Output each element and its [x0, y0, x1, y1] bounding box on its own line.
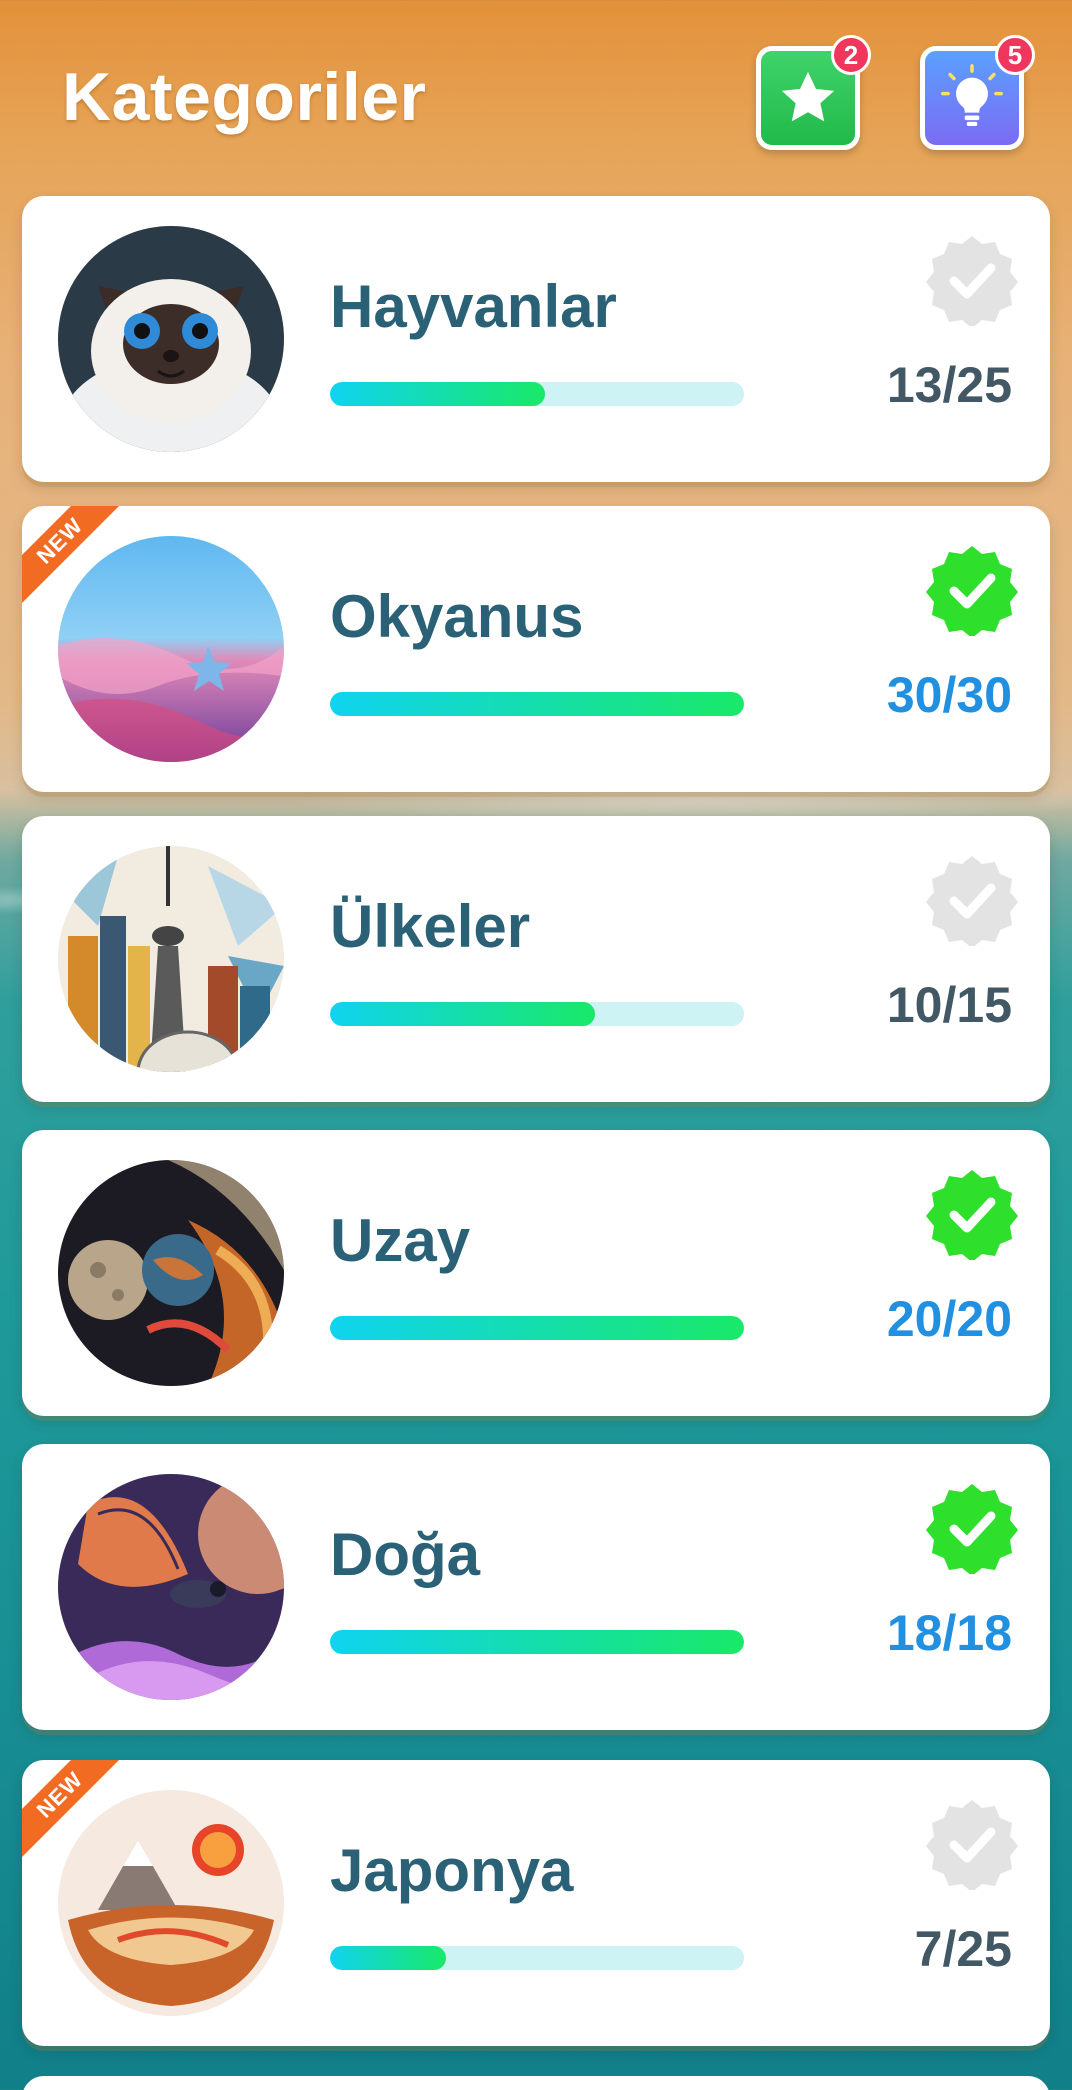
hints-button[interactable]: 5	[920, 35, 1035, 150]
progress-fill	[330, 692, 744, 716]
progress-bar	[330, 1630, 744, 1654]
category-thumbnail-butterfly	[58, 1474, 284, 1700]
category-thumbnail-cat	[58, 226, 284, 452]
check-badge-icon	[926, 546, 1018, 636]
star-icon	[781, 71, 835, 122]
progress-count: 18/18	[886, 1605, 1012, 1661]
category-card-partial[interactable]	[22, 2076, 1050, 2090]
check-badge-icon	[926, 1170, 1018, 1260]
progress-count: 10/15	[886, 977, 1012, 1033]
category-title: Okyanus	[330, 583, 584, 650]
progress-count: 30/30	[886, 667, 1012, 723]
progress-bar	[330, 692, 744, 716]
hints-count-badge: 5	[995, 35, 1035, 75]
category-card-okyanus[interactable]: NEW Okyanus 30/30	[22, 506, 1050, 792]
category-thumbnail-space	[58, 1160, 284, 1386]
progress-bar	[330, 1316, 744, 1340]
check-badge-icon	[926, 1800, 1018, 1890]
progress-count: 7/25	[914, 1921, 1012, 1977]
lightbulb-icon	[941, 64, 1003, 126]
progress-bar	[330, 382, 744, 406]
category-card-hayvanlar[interactable]: Hayvanlar 13/25	[22, 196, 1050, 482]
category-card-japonya[interactable]: NEW Japonya 7/25	[22, 1760, 1050, 2046]
check-badge-icon	[926, 1484, 1018, 1574]
category-title: Ülkeler	[330, 893, 531, 960]
category-title: Japonya	[330, 1837, 574, 1904]
progress-fill	[330, 1946, 446, 1970]
category-thumbnail-ocean	[58, 536, 284, 762]
category-card-doga[interactable]: Doğa 18/18	[22, 1444, 1050, 1730]
progress-fill	[330, 1316, 744, 1340]
category-card-ulkeler[interactable]: Ülkeler 10/15	[22, 816, 1050, 1102]
progress-fill	[330, 1630, 744, 1654]
progress-bar	[330, 1002, 744, 1026]
stars-count-badge: 2	[831, 35, 871, 75]
page-title: Kategoriler	[62, 59, 427, 135]
category-title: Hayvanlar	[330, 273, 617, 340]
check-badge-icon	[926, 856, 1018, 946]
progress-fill	[330, 1002, 595, 1026]
category-title: Uzay	[330, 1207, 471, 1274]
progress-fill	[330, 382, 546, 406]
category-thumbnail-city	[58, 846, 284, 1072]
stars-button[interactable]: 2	[756, 35, 871, 150]
progress-count: 13/25	[886, 357, 1012, 413]
progress-count: 20/20	[886, 1291, 1012, 1347]
category-title: Doğa	[330, 1521, 480, 1588]
category-thumbnail-japan	[58, 1790, 284, 2016]
progress-bar	[330, 1946, 744, 1970]
check-badge-icon	[926, 236, 1018, 326]
category-card-uzay[interactable]: Uzay 20/20	[22, 1130, 1050, 1416]
